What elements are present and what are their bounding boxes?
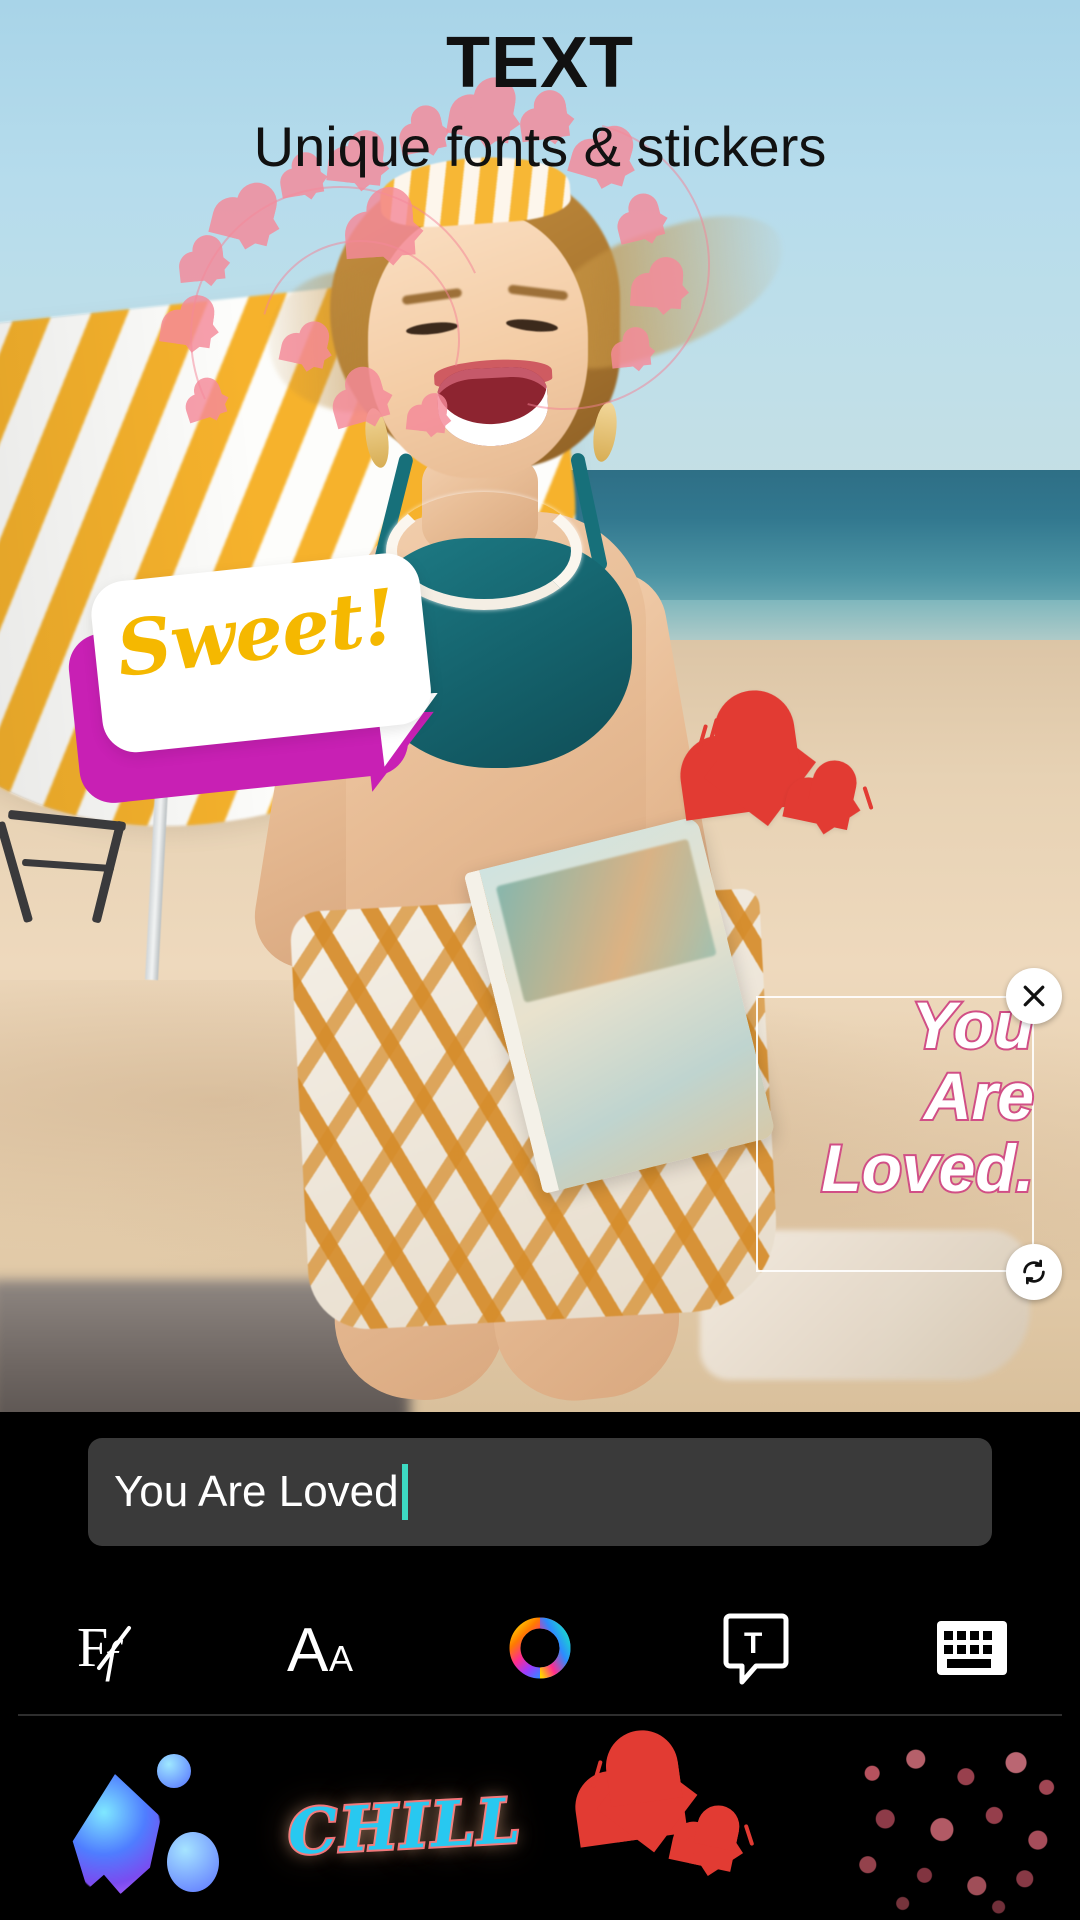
- tool-color[interactable]: [432, 1588, 648, 1708]
- heart-confetti-sticker: [846, 1738, 1064, 1914]
- doodle-heart-small: [799, 773, 861, 835]
- sticker-hearts[interactable]: [540, 1732, 810, 1920]
- blob-bubble-medium: [167, 1832, 219, 1892]
- text-sticker-content: You Are Loved.: [626, 987, 1046, 1206]
- doodle-tick-right: [862, 785, 874, 811]
- svg-text:A: A: [287, 1616, 329, 1681]
- text-caret: [401, 1464, 408, 1520]
- close-icon[interactable]: [1006, 968, 1062, 1024]
- text-bubble-icon: T: [723, 1613, 789, 1685]
- text-size-icon: A A: [287, 1616, 353, 1681]
- sticker-blob[interactable]: [0, 1732, 270, 1920]
- text-input[interactable]: You Are Loved: [88, 1438, 992, 1546]
- sweet-speech-bubble-sticker[interactable]: Sweet!: [59, 542, 444, 838]
- sticker-confetti[interactable]: [810, 1732, 1080, 1920]
- text-line-1: You: [910, 987, 1036, 1063]
- sticker-row: CHILL: [0, 1732, 1080, 1920]
- svg-text:A: A: [329, 1638, 353, 1679]
- font-style-icon: F f: [77, 1617, 131, 1682]
- text-sticker-selected[interactable]: You Are Loved.: [756, 968, 1062, 1300]
- tool-font-size[interactable]: A A: [216, 1588, 432, 1708]
- tool-font-family[interactable]: F f: [0, 1588, 216, 1708]
- page-title: TEXT: [445, 23, 634, 103]
- photo-canvas[interactable]: Sweet! You Are Loved.: [0, 0, 1080, 1412]
- editor-panel: You Are Loved F f A A T CHILL: [0, 1412, 1080, 1920]
- app-root: Sweet! You Are Loved. TEXT Unique fonts …: [0, 0, 1080, 1920]
- tool-row: F f A A T: [0, 1588, 1080, 1708]
- text-input-value: You Are Loved: [114, 1467, 399, 1516]
- color-wheel-icon: [509, 1617, 571, 1679]
- blob-bubble-small: [157, 1754, 191, 1788]
- text-line-2: Are: [922, 1058, 1036, 1134]
- svg-text:T: T: [744, 1627, 762, 1660]
- gradient-blob-sticker: [72, 1774, 161, 1894]
- red-hearts-sticker: [575, 1738, 775, 1914]
- chill-neon-sticker: CHILL: [284, 1781, 526, 1870]
- tool-keyboard[interactable]: [864, 1588, 1080, 1708]
- tool-text-bubble[interactable]: T: [648, 1588, 864, 1708]
- keyboard-icon: [937, 1621, 1007, 1675]
- text-input-row: You Are Loved: [0, 1438, 1080, 1546]
- header-caption: TEXT Unique fonts & stickers: [0, 0, 1080, 179]
- text-line-3: Loved.: [819, 1130, 1036, 1206]
- page-subtitle: Unique fonts & stickers: [253, 115, 827, 178]
- panel-divider: [18, 1714, 1062, 1716]
- rotate-icon[interactable]: [1006, 1244, 1062, 1300]
- red-doodle-hearts-sticker[interactable]: [660, 690, 890, 870]
- svg-text:F: F: [77, 1617, 108, 1679]
- sticker-chill[interactable]: CHILL: [270, 1732, 540, 1920]
